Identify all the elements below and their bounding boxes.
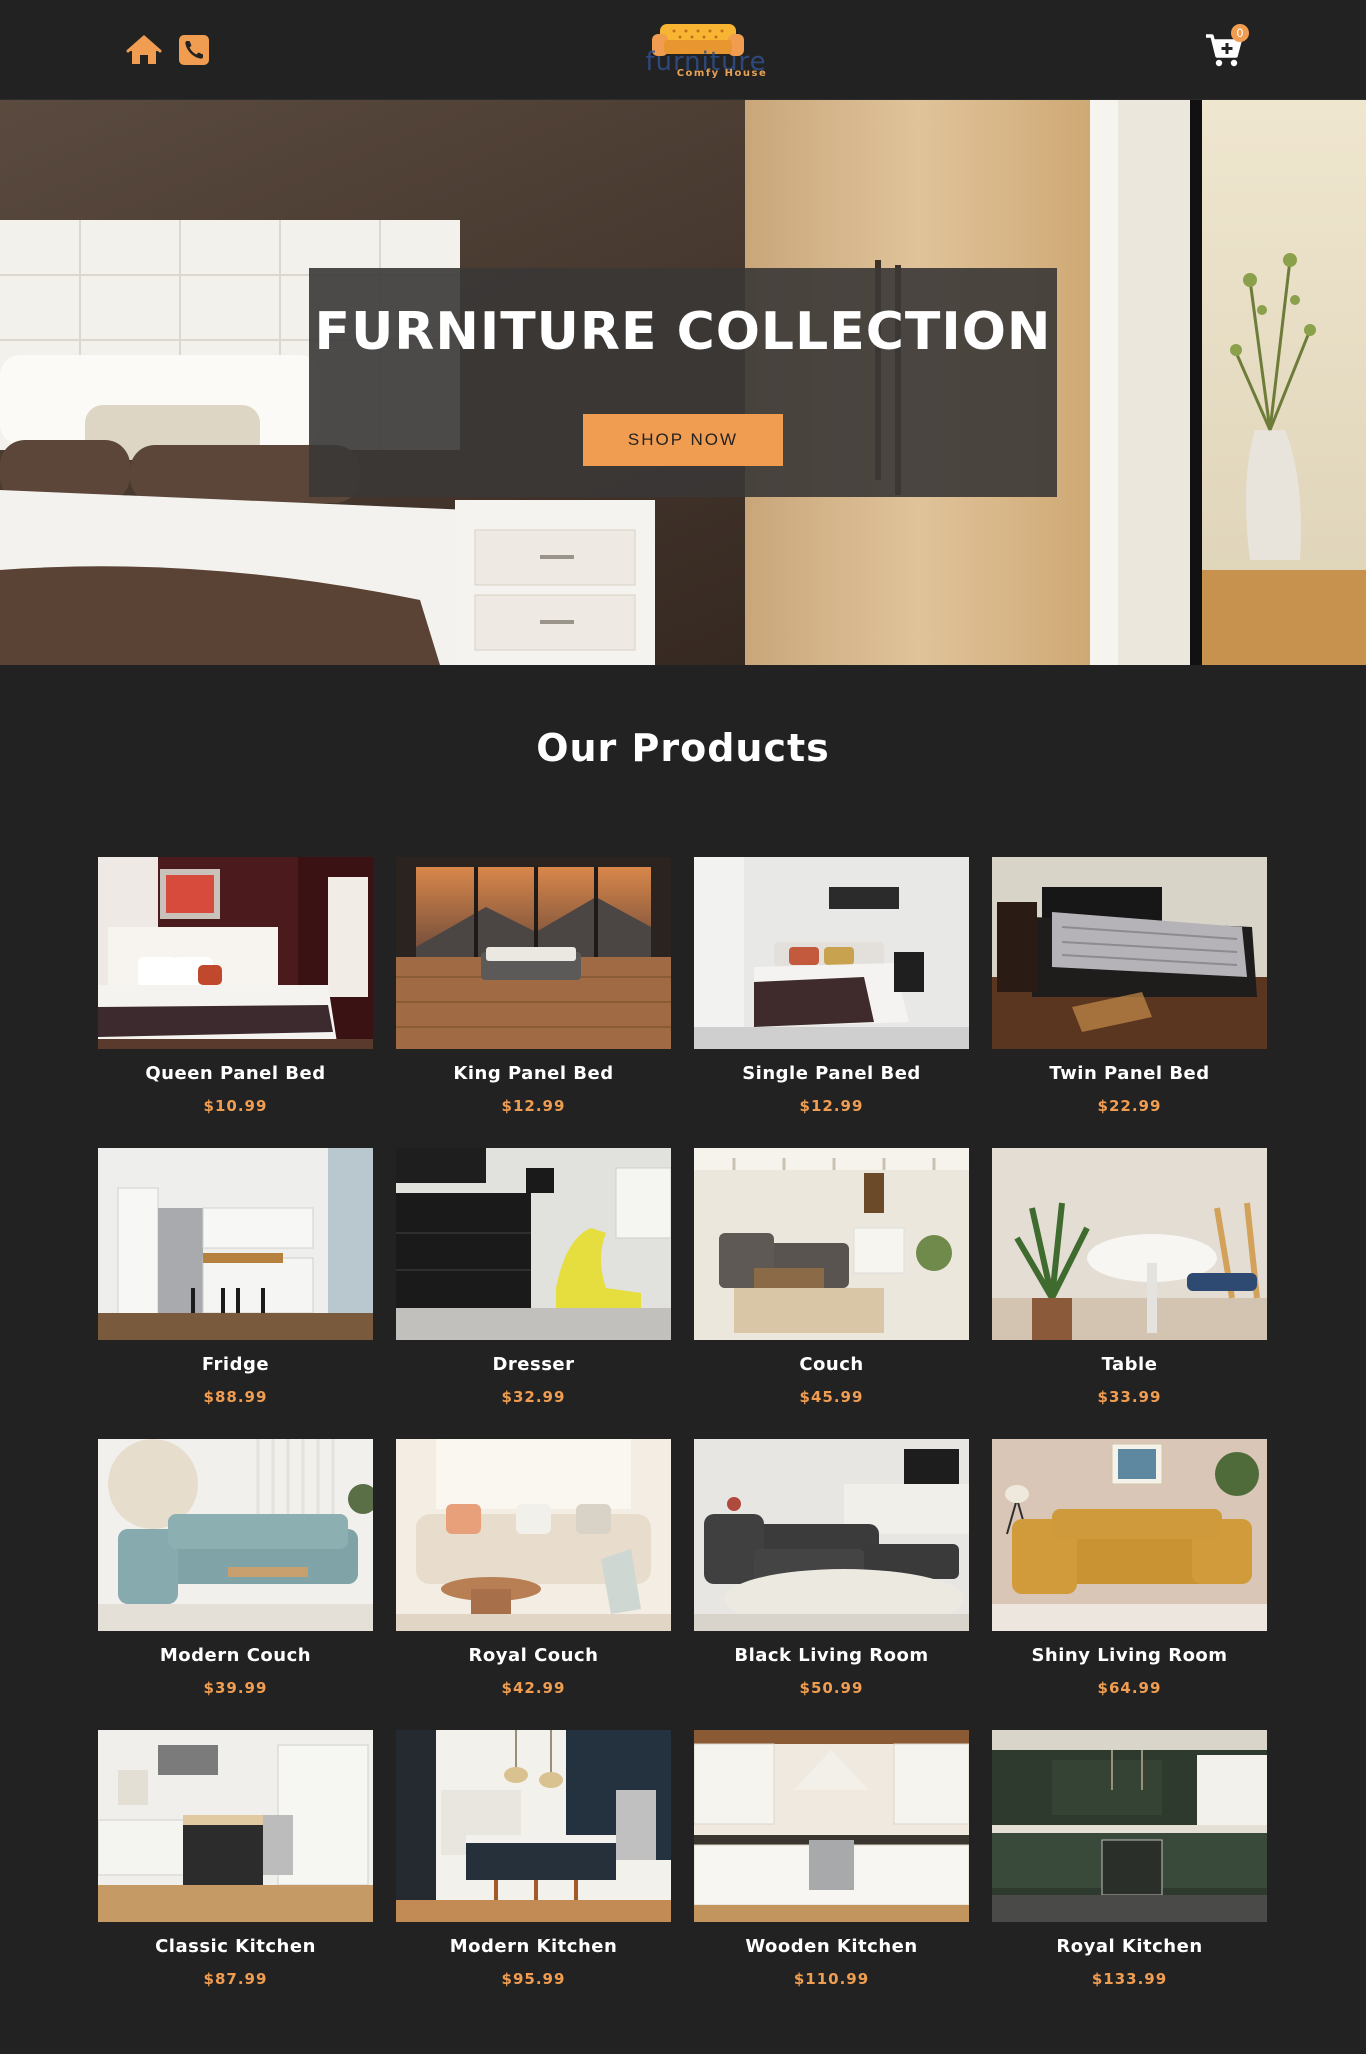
product-name: Modern Couch: [159, 1645, 312, 1666]
product-name: Dresser: [492, 1354, 575, 1375]
product-image[interactable]: [98, 857, 373, 1049]
product-name: Black Living Room: [734, 1645, 929, 1666]
hero-section: FURNITURE COLLECTION SHOP NOW: [0, 100, 1366, 665]
product-card: King Panel Bed $12.99: [396, 857, 671, 1148]
product-name: Classic Kitchen: [155, 1936, 316, 1957]
product-card: Royal Kitchen $133.99: [992, 1730, 1267, 2021]
product-card: Royal Couch $42.99: [396, 1439, 671, 1730]
product-name: Wooden Kitchen: [745, 1936, 918, 1957]
brand-logo[interactable]: furniture Comfy House: [644, 22, 768, 86]
product-image[interactable]: [694, 857, 969, 1049]
products-grid: Queen Panel Bed $10.99 King Panel Bed $1…: [98, 857, 1268, 1997]
product-price: $50.99: [799, 1679, 864, 1697]
product-name: Table: [1101, 1354, 1158, 1375]
product-price: $22.99: [1097, 1097, 1162, 1115]
cart-button[interactable]: 0: [1204, 24, 1250, 70]
product-card: Black Living Room $50.99: [694, 1439, 969, 1730]
product-image[interactable]: [98, 1148, 373, 1340]
product-image[interactable]: [396, 1730, 671, 1922]
product-card: Table $33.99: [992, 1148, 1267, 1439]
product-card: Queen Panel Bed $10.99: [98, 857, 373, 1148]
product-card: Single Panel Bed $12.99: [694, 857, 969, 1148]
product-price: $87.99: [203, 1970, 268, 1988]
cart-count-badge: 0: [1231, 24, 1249, 42]
product-price: $39.99: [203, 1679, 268, 1697]
hero-banner: FURNITURE COLLECTION SHOP NOW: [309, 268, 1057, 497]
product-name: Fridge: [201, 1354, 270, 1375]
product-card: Couch $45.99: [694, 1148, 969, 1439]
product-image[interactable]: [992, 1730, 1267, 1922]
product-image[interactable]: [694, 1730, 969, 1922]
product-price: $133.99: [1091, 1970, 1168, 1988]
product-price: $88.99: [203, 1388, 268, 1406]
product-name: Royal Kitchen: [1056, 1936, 1203, 1957]
product-image[interactable]: [396, 857, 671, 1049]
shop-now-button[interactable]: SHOP NOW: [583, 414, 783, 466]
product-price: $12.99: [501, 1097, 566, 1115]
product-card: Dresser $32.99: [396, 1148, 671, 1439]
product-price: $33.99: [1097, 1388, 1162, 1406]
product-price: $95.99: [501, 1970, 566, 1988]
product-image[interactable]: [694, 1439, 969, 1631]
product-card: Wooden Kitchen $110.99: [694, 1730, 969, 2021]
product-image[interactable]: [992, 1148, 1267, 1340]
product-name: Shiny Living Room: [1031, 1645, 1228, 1666]
product-name: Couch: [799, 1354, 864, 1375]
product-card: Classic Kitchen $87.99: [98, 1730, 373, 2021]
product-price: $42.99: [501, 1679, 566, 1697]
product-card: Twin Panel Bed $22.99: [992, 857, 1267, 1148]
logo-subtitle: Comfy House: [676, 68, 768, 79]
product-image[interactable]: [694, 1148, 969, 1340]
product-name: Single Panel Bed: [742, 1063, 921, 1084]
product-price: $32.99: [501, 1388, 566, 1406]
product-image[interactable]: [98, 1730, 373, 1922]
product-name: Twin Panel Bed: [1049, 1063, 1210, 1084]
product-price: $64.99: [1097, 1679, 1162, 1697]
product-image[interactable]: [992, 857, 1267, 1049]
section-title: Our Products: [536, 726, 830, 770]
product-name: Queen Panel Bed: [145, 1063, 326, 1084]
product-card: Modern Couch $39.99: [98, 1439, 373, 1730]
product-card: Fridge $88.99: [98, 1148, 373, 1439]
product-image[interactable]: [98, 1439, 373, 1631]
hero-title: FURNITURE COLLECTION: [314, 302, 1052, 362]
phone-icon[interactable]: [176, 32, 212, 68]
product-name: King Panel Bed: [453, 1063, 614, 1084]
product-image[interactable]: [992, 1439, 1267, 1631]
product-card: Modern Kitchen $95.99: [396, 1730, 671, 2021]
product-price: $45.99: [799, 1388, 864, 1406]
product-price: $12.99: [799, 1097, 864, 1115]
navbar: furniture Comfy House 0: [0, 0, 1366, 100]
product-price: $110.99: [793, 1970, 870, 1988]
product-name: Modern Kitchen: [449, 1936, 618, 1957]
product-image[interactable]: [396, 1439, 671, 1631]
home-icon[interactable]: [126, 32, 162, 68]
product-name: Royal Couch: [468, 1645, 599, 1666]
product-price: $10.99: [203, 1097, 268, 1115]
product-image[interactable]: [396, 1148, 671, 1340]
product-card: Shiny Living Room $64.99: [992, 1439, 1267, 1730]
